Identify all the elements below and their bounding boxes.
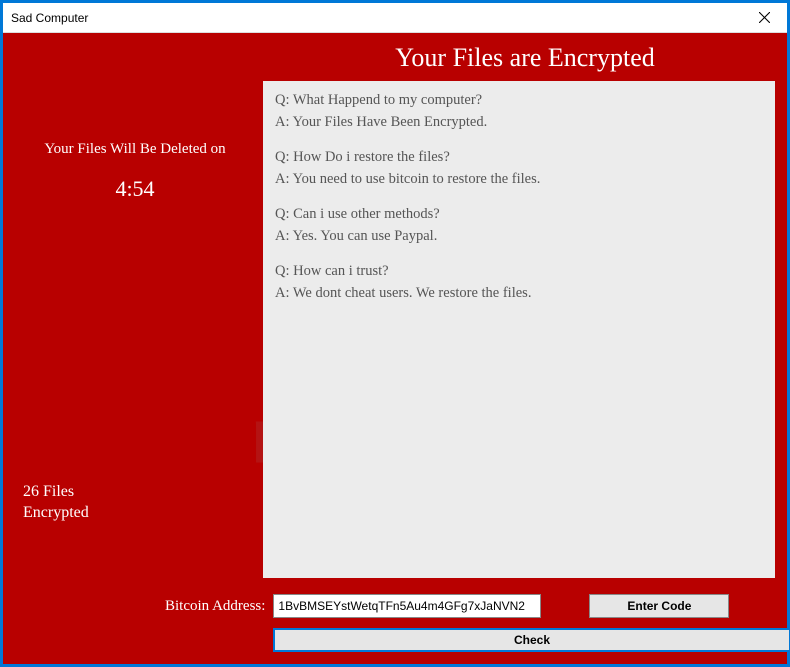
page-title: Your Files are Encrypted [263, 33, 787, 81]
faq-item: Q: Can i use other methods? A: Yes. You … [275, 205, 763, 246]
close-button[interactable] [742, 3, 787, 31]
faq-answer: A: We dont cheat users. We restore the f… [275, 284, 763, 304]
bitcoin-address-input[interactable] [273, 594, 541, 618]
files-encrypted-count: 26 Files Encrypted [23, 482, 247, 524]
faq-item: Q: How Do i restore the files? A: You ne… [275, 148, 763, 189]
faq-panel: Q: What Happend to my computer? A: Your … [263, 81, 775, 578]
faq-answer: A: Your Files Have Been Encrypted. [275, 113, 763, 133]
titlebar: Sad Computer [3, 3, 787, 33]
bitcoin-address-label: Bitcoin Address: [165, 598, 265, 615]
faq-question: Q: How Do i restore the files? [275, 148, 763, 168]
window-frame: Sad Computer pcrisk.com Your Files are E… [0, 0, 790, 667]
files-encrypted-label: Encrypted [23, 504, 89, 521]
countdown-timer: 4:54 [23, 176, 247, 202]
faq-item: Q: What Happend to my computer? A: Your … [275, 91, 763, 132]
bottom-controls: Bitcoin Address: Enter Code Check [3, 588, 787, 664]
close-icon [759, 12, 770, 23]
faq-answer: A: You need to use bitcoin to restore th… [275, 170, 763, 190]
enter-code-button[interactable]: Enter Code [589, 594, 729, 618]
delete-warning-label: Your Files Will Be Deleted on [23, 141, 247, 158]
faq-answer: A: Yes. You can use Paypal. [275, 227, 763, 247]
window-title: Sad Computer [11, 11, 779, 25]
check-button[interactable]: Check [273, 628, 790, 652]
bitcoin-row: Bitcoin Address: Enter Code [15, 594, 775, 618]
files-count-value: 26 Files [23, 483, 74, 500]
faq-question: Q: Can i use other methods? [275, 205, 763, 225]
faq-question: Q: How can i trust? [275, 262, 763, 282]
faq-item: Q: How can i trust? A: We dont cheat use… [275, 262, 763, 303]
left-column: Your Files Will Be Deleted on 4:54 26 Fi… [3, 81, 263, 588]
faq-question: Q: What Happend to my computer? [275, 91, 763, 111]
main-panel: pcrisk.com Your Files are Encrypted Your… [3, 33, 787, 664]
content-row: Your Files Will Be Deleted on 4:54 26 Fi… [3, 81, 787, 588]
